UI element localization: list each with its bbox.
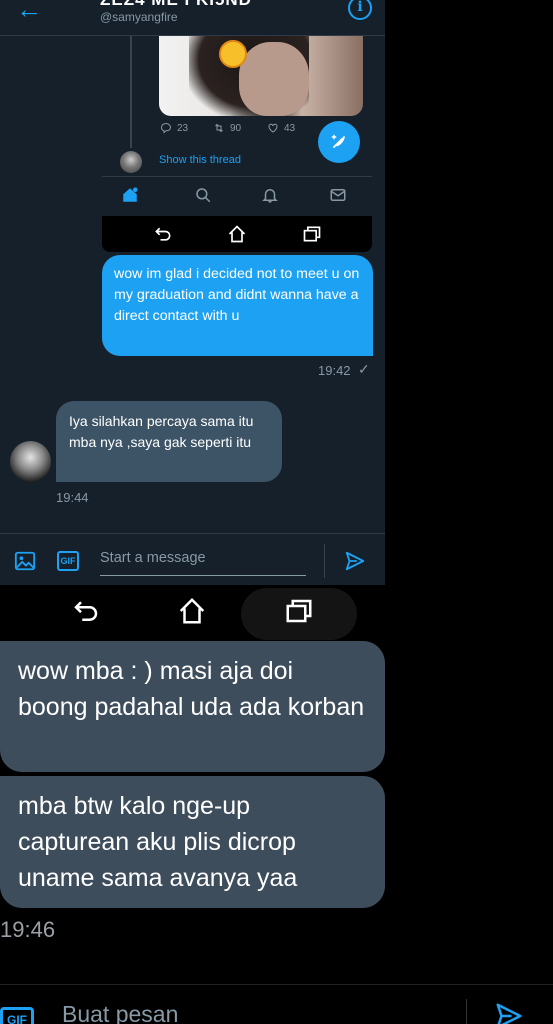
sender-avatar[interactable] [10, 441, 51, 482]
outgoing-message-bubble[interactable]: wow mba : ) masi aja doi boong padahal u… [0, 641, 385, 772]
thread-line [130, 36, 132, 148]
mail-icon [330, 189, 346, 201]
tab-messages[interactable] [328, 185, 348, 205]
sent-message-time: 19:42 [318, 363, 351, 378]
tweet-photo[interactable] [159, 36, 363, 116]
photo-face-shape [239, 42, 309, 116]
heart-icon [268, 123, 278, 133]
back-arrow-icon[interactable]: ← [16, 0, 42, 22]
reply-count: 23 [177, 122, 189, 134]
tweet-actions: 23 90 43 [160, 122, 310, 140]
retweet-icon [215, 123, 223, 133]
recent-apps-icon[interactable] [301, 224, 323, 244]
search-icon [196, 188, 211, 203]
read-check-icon: ✓ [358, 361, 370, 377]
system-nav-bar [0, 585, 553, 640]
send-icon[interactable] [492, 1001, 526, 1024]
message-input[interactable]: Start a message [100, 548, 306, 576]
bell-icon [262, 189, 278, 203]
message-time: 19:46 [0, 917, 56, 942]
received-message-time: 19:44 [56, 490, 89, 505]
gif-icon[interactable]: GIF [57, 551, 79, 571]
composer-divider [324, 544, 325, 578]
like-count: 43 [284, 122, 296, 134]
info-icon[interactable]: i [348, 0, 372, 20]
message-composer: GIF Buat pesan [0, 984, 553, 1024]
reply-icon [160, 122, 172, 134]
show-thread-link[interactable]: Show this thread [159, 154, 241, 166]
retweet-count: 90 [230, 122, 242, 134]
compose-tweet-button[interactable] [318, 121, 360, 163]
message-composer: GIF Start a message [0, 533, 385, 585]
message-input[interactable]: Buat pesan [62, 1001, 178, 1024]
received-message-bubble[interactable]: Iya silahkan percaya sama itu mba nya ,s… [56, 401, 282, 482]
back-nav-icon[interactable] [152, 224, 174, 244]
send-icon[interactable] [344, 550, 366, 572]
feather-compose-icon [331, 134, 345, 148]
tab-search[interactable] [193, 185, 213, 205]
dark-margin [385, 0, 553, 585]
embedded-nav-bar [102, 216, 372, 252]
composer-divider [466, 999, 467, 1024]
emoji-sticker-icon [219, 40, 247, 68]
home-icon [123, 187, 138, 202]
bottom-tab-bar [102, 176, 372, 214]
home-nav-icon[interactable] [226, 224, 248, 244]
home-nav-icon[interactable] [175, 596, 209, 626]
retweet-action[interactable]: 90 [213, 122, 241, 134]
thread-avatar[interactable] [120, 151, 142, 173]
back-nav-icon[interactable] [69, 596, 103, 626]
embedded-dm-screenshot: ← ZEZ4 ME I KI5ND @samyangfire i 23 90 4… [0, 0, 385, 585]
tab-home[interactable] [120, 185, 140, 205]
conversation-header: ← ZEZ4 ME I KI5ND @samyangfire i [0, 0, 385, 36]
image-icon[interactable] [14, 550, 36, 572]
reply-action[interactable]: 23 [160, 122, 188, 134]
conversation-title: ZEZ4 ME I KI5ND [100, 0, 252, 10]
conversation-handle: @samyangfire [100, 10, 178, 24]
tab-notifications[interactable] [260, 185, 280, 205]
outgoing-message-bubble[interactable]: mba btw kalo nge-up capturean aku plis d… [0, 776, 385, 908]
sent-message-bubble[interactable]: wow im glad i decided not to meet u on m… [102, 255, 373, 356]
gif-icon[interactable]: GIF [0, 1007, 34, 1024]
like-action[interactable]: 43 [267, 122, 295, 134]
recent-apps-icon[interactable] [282, 596, 316, 626]
